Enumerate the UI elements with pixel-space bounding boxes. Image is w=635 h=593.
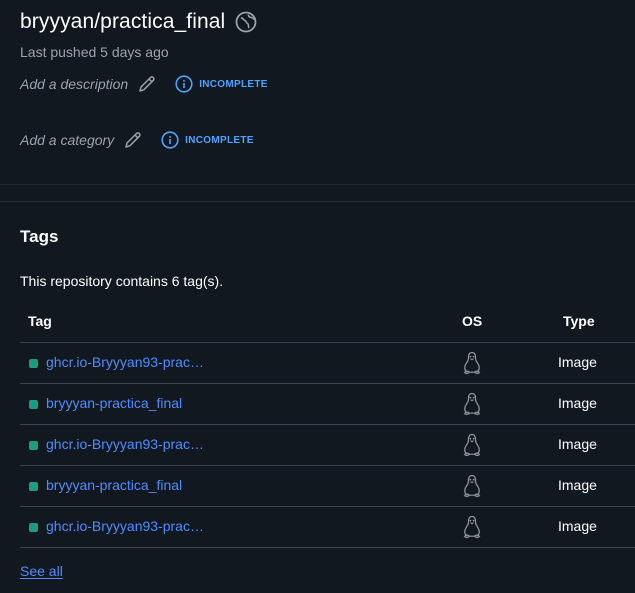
type-cell: Image [558, 354, 597, 370]
category-row: Add a category INCOMPLETE [20, 130, 254, 150]
repo-title: bryyyan/practica_final [20, 10, 226, 33]
tag-link[interactable]: ghcr.io-Bryyyan93-practica_final [46, 436, 206, 452]
type-cell: Image [558, 518, 597, 534]
description-placeholder[interactable]: Add a description [20, 76, 128, 92]
category-placeholder[interactable]: Add a category [20, 132, 114, 148]
see-all-link[interactable]: See all [20, 563, 63, 579]
table-header: Tag OS Type [20, 302, 635, 343]
section-divider [0, 201, 635, 202]
status-dot [29, 359, 38, 368]
tag-link[interactable]: ghcr.io-Bryyyan93-practica_final [46, 354, 206, 370]
linux-icon [462, 351, 482, 375]
section-divider [0, 184, 635, 185]
linux-icon [462, 392, 482, 416]
info-icon [161, 131, 179, 149]
table-row: ghcr.io-Bryyyan93-practica_final Image [20, 425, 635, 466]
table-body: ghcr.io-Bryyyan93-practica_finalImagebry… [20, 343, 635, 548]
type-cell: Image [558, 477, 597, 493]
linux-icon [462, 433, 482, 457]
type-cell: Image [558, 436, 597, 452]
column-header-tag: Tag [28, 313, 52, 329]
tag-link[interactable]: ghcr.io-Bryyyan93-practica_final [46, 518, 206, 534]
tag-link[interactable]: bryyyan-practica_final [46, 477, 206, 493]
type-cell: Image [558, 395, 597, 411]
category-incomplete-badge: INCOMPLETE [161, 131, 254, 149]
description-incomplete-badge: INCOMPLETE [175, 75, 268, 93]
category-status-text: INCOMPLETE [185, 134, 254, 146]
globe-icon [235, 11, 257, 33]
description-row: Add a description INCOMPLETE [20, 74, 268, 94]
tags-section-title: Tags [20, 227, 59, 246]
edit-description-pencil-icon[interactable] [137, 74, 157, 94]
status-dot [29, 523, 38, 532]
tag-link[interactable]: bryyyan-practica_final [46, 395, 206, 411]
tag-count-text: This repository contains 6 tag(s). [20, 273, 224, 289]
edit-category-pencil-icon[interactable] [123, 130, 143, 150]
repo-title-row: bryyyan/practica_final [20, 10, 257, 34]
last-pushed-text: Last pushed 5 days ago [20, 44, 169, 60]
table-row: ghcr.io-Bryyyan93-practica_final Image [20, 507, 635, 548]
column-header-type: Type [563, 313, 595, 329]
info-icon [175, 75, 193, 93]
status-dot [29, 482, 38, 491]
status-dot [29, 441, 38, 450]
linux-icon [462, 474, 482, 498]
column-header-os: OS [462, 313, 483, 329]
linux-icon [462, 515, 482, 539]
tags-table: Tag OS Type ghcr.io-Bryyyan93-practica_f… [20, 302, 635, 548]
status-dot [29, 400, 38, 409]
table-row: ghcr.io-Bryyyan93-practica_final Image [20, 343, 635, 384]
table-row: bryyyan-practica_final Image [20, 384, 635, 425]
description-status-text: INCOMPLETE [199, 78, 268, 90]
table-row: bryyyan-practica_final Image [20, 466, 635, 507]
